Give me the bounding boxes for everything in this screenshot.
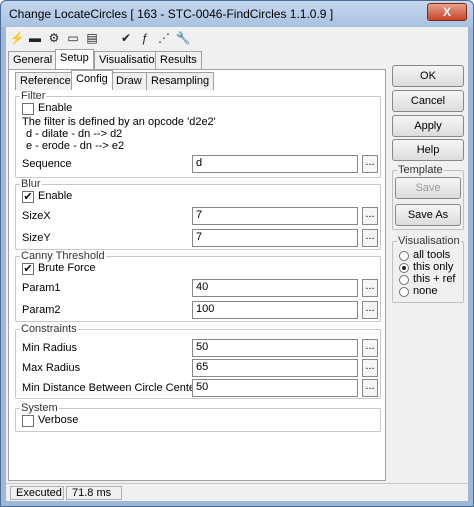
system-group: System Verbose — [15, 402, 381, 432]
title-bar: Change LocateCircles [ 163 - STC-0046-Fi… — [1, 1, 473, 27]
min-radius-input[interactable]: 50 — [192, 339, 358, 357]
save-button[interactable]: Save — [395, 177, 461, 199]
sizex-input[interactable]: 7 — [192, 207, 358, 225]
min-distance-input[interactable]: 50 — [192, 379, 358, 397]
param1-label: Param1 — [22, 282, 61, 294]
sizey-label: SizeY — [22, 232, 51, 244]
filter-enable-checkbox[interactable] — [22, 103, 34, 115]
tab-results[interactable]: Results — [155, 51, 202, 69]
blur-group: Blur ✔ Enable SizeX 7 ... SizeY 7 ... — [15, 178, 381, 250]
visualisation-legend: Visualisation — [397, 235, 461, 247]
min-distance-label: Min Distance Between Circle Centers — [22, 382, 205, 394]
sub-tabs: Reference Config Draw Resampling — [15, 70, 375, 90]
grid-icon[interactable]: ⋰ — [156, 30, 172, 46]
verbose-label: Verbose — [38, 414, 79, 426]
function-icon[interactable]: ƒ — [137, 30, 153, 46]
max-radius-input[interactable]: 65 — [192, 359, 358, 377]
toolbar: ⚡ ▬ ⚙ ▭ ▤ ✔ ƒ ⋰ 🔧 — [6, 27, 468, 49]
constraints-legend: Constraints — [20, 323, 78, 335]
canny-legend: Canny Threshold — [20, 250, 106, 262]
sizey-browse-button[interactable]: ... — [362, 229, 378, 247]
radio-all-tools-label: all tools — [413, 249, 451, 261]
dialog-client: ⚡ ▬ ⚙ ▭ ▤ ✔ ƒ ⋰ 🔧 General Setup Visualis… — [6, 27, 468, 501]
blur-legend: Blur — [20, 178, 42, 190]
tab-config[interactable]: Config — [71, 70, 113, 90]
verbose-checkbox[interactable] — [22, 415, 34, 427]
param2-browse-button[interactable]: ... — [362, 301, 378, 319]
save-as-button[interactable]: Save As — [395, 204, 461, 226]
sizey-input[interactable]: 7 — [192, 229, 358, 247]
sequence-browse-button[interactable]: ... — [362, 155, 378, 173]
min-radius-browse-button[interactable]: ... — [362, 339, 378, 357]
status-state: Executed — [10, 486, 64, 500]
param1-browse-button[interactable]: ... — [362, 279, 378, 297]
min-distance-browse-button[interactable]: ... — [362, 379, 378, 397]
tab-general[interactable]: General — [8, 51, 58, 69]
radio-all-tools[interactable] — [399, 251, 409, 261]
lightning-icon[interactable]: ⚡ — [9, 30, 25, 46]
brute-force-label: Brute Force — [38, 262, 96, 274]
param1-input[interactable]: 40 — [192, 279, 358, 297]
filter-legend: Filter — [20, 90, 47, 102]
status-bar: Executed 71.8 ms — [6, 483, 468, 501]
main-tabs: General Setup Visualisation Results — [8, 49, 388, 69]
sequence-label: Sequence — [22, 158, 72, 170]
radio-this-only-label: this only — [413, 261, 454, 273]
radio-none[interactable] — [399, 287, 409, 297]
window-title: Change LocateCircles [ 163 - STC-0046-Fi… — [9, 7, 334, 21]
constraints-group: Constraints Min Radius 50 ... Max Radius… — [15, 323, 381, 399]
max-radius-label: Max Radius — [22, 362, 81, 374]
max-radius-browse-button[interactable]: ... — [362, 359, 378, 377]
canny-group: Canny Threshold ✔ Brute Force Param1 40 … — [15, 250, 381, 322]
radio-this-ref[interactable] — [399, 275, 409, 285]
notes-icon[interactable]: ▤ — [84, 30, 100, 46]
system-legend: System — [20, 402, 59, 414]
filter-group: Filter Enable The filter is defined by a… — [15, 90, 381, 178]
radio-this-only[interactable] — [399, 263, 409, 273]
blur-enable-checkbox[interactable]: ✔ — [22, 191, 34, 203]
brute-force-checkbox[interactable]: ✔ — [22, 263, 34, 275]
cancel-button[interactable]: Cancel — [392, 90, 464, 112]
setup-panel: Reference Config Draw Resampling Filter … — [8, 69, 386, 481]
param2-input[interactable]: 100 — [192, 301, 358, 319]
wrench-icon[interactable]: 🔧 — [175, 30, 191, 46]
help-button[interactable]: Help — [392, 139, 464, 161]
param2-label: Param2 — [22, 304, 61, 316]
check-icon[interactable]: ✔ — [118, 30, 134, 46]
gear-icon[interactable]: ⚙ — [46, 30, 62, 46]
apply-button[interactable]: Apply — [392, 115, 464, 137]
radio-none-label: none — [413, 285, 438, 297]
filter-desc-2: d - dilate - dn --> d2 — [26, 128, 123, 140]
filter-desc-3: e - erode - dn --> e2 — [26, 140, 125, 152]
ok-button[interactable]: OK — [392, 65, 464, 87]
folder-icon[interactable]: ▭ — [65, 30, 81, 46]
link-icon[interactable]: ▬ — [27, 30, 43, 46]
sizex-browse-button[interactable]: ... — [362, 207, 378, 225]
template-legend: Template — [397, 164, 444, 176]
tab-draw[interactable]: Draw — [111, 72, 147, 90]
sequence-input[interactable]: d — [192, 155, 358, 173]
sizex-label: SizeX — [22, 210, 51, 222]
radio-this-ref-label: this + ref — [413, 273, 456, 285]
tab-setup[interactable]: Setup — [55, 49, 94, 69]
filter-enable-label: Enable — [38, 102, 73, 114]
tab-resampling[interactable]: Resampling — [146, 72, 215, 90]
min-radius-label: Min Radius — [22, 342, 78, 354]
blur-enable-label: Enable — [38, 190, 73, 202]
visualisation-group: Visualisation all tools this only this +… — [392, 235, 464, 303]
status-time: 71.8 ms — [66, 486, 122, 500]
filter-desc-1: The filter is defined by an opcode 'd2e2… — [22, 116, 216, 128]
close-button[interactable]: X — [427, 3, 467, 21]
dialog-window: Change LocateCircles [ 163 - STC-0046-Fi… — [0, 0, 474, 507]
tab-reference[interactable]: Reference — [15, 72, 76, 90]
